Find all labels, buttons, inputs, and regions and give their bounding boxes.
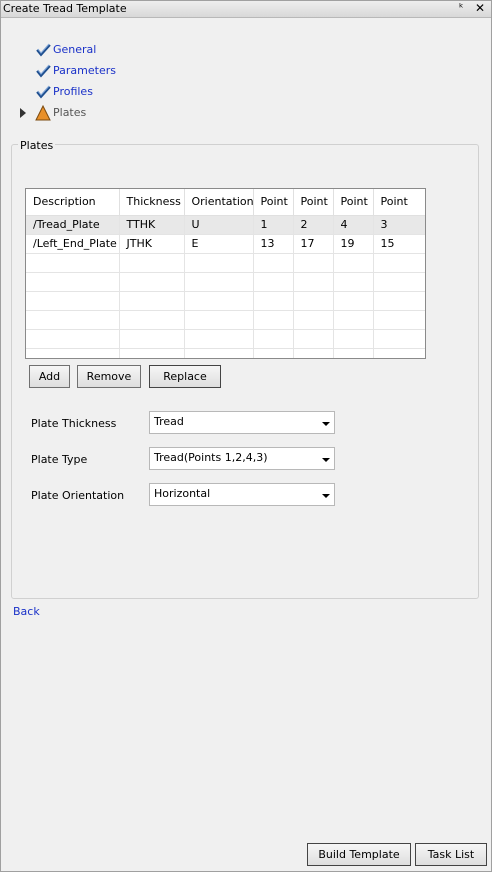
table-cell: 3: [373, 215, 425, 235]
checkmark-icon: [36, 64, 51, 78]
empty-row: [26, 272, 425, 292]
table-cell: 15: [373, 234, 425, 254]
plate-thickness-label: Plate Thickness: [31, 417, 117, 430]
column-header[interactable]: Thickness: [119, 189, 185, 216]
column-header[interactable]: Point: [253, 189, 294, 216]
table-row[interactable]: /Left_End_Plate JTHK E 13 17 19 15: [26, 234, 425, 254]
step-label[interactable]: Plates: [53, 106, 86, 119]
table-cell: 19: [333, 234, 374, 254]
empty-row: [26, 329, 425, 349]
table-cell: E: [184, 234, 254, 254]
pin-icon[interactable]: ᵏ: [459, 1, 464, 14]
select-value: Tread: [154, 415, 184, 428]
empty-row: [26, 253, 425, 273]
window-title: Create Tread Template: [3, 2, 127, 15]
table-row[interactable]: /Tread_Plate TTHK U 1 2 4 3: [26, 215, 425, 235]
table-cell: /Left_End_Plate: [26, 234, 120, 254]
plates-group-title: Plates: [18, 139, 56, 152]
empty-row: [26, 310, 425, 330]
task-list-button[interactable]: Task List: [415, 843, 487, 866]
create-tread-template-window: Create Tread Template ᵏ ✕ General Parame…: [0, 0, 492, 872]
select-value: Horizontal: [154, 487, 211, 500]
chevron-down-icon[interactable]: [322, 422, 330, 426]
back-link[interactable]: Back: [13, 605, 40, 618]
replace-button[interactable]: Replace: [149, 365, 221, 388]
table-cell: 17: [293, 234, 334, 254]
plates-table[interactable]: Description Thickness Orientation Point …: [25, 188, 426, 359]
build-template-button[interactable]: Build Template: [307, 843, 411, 866]
column-header[interactable]: Point: [293, 189, 334, 216]
table-cell: 4: [333, 215, 374, 235]
warning-icon: [35, 105, 51, 121]
close-icon[interactable]: ✕: [475, 1, 485, 15]
column-header[interactable]: Point: [373, 189, 425, 216]
plate-type-select[interactable]: Tread(Points 1,2,4,3): [149, 447, 335, 470]
add-button[interactable]: Add: [29, 365, 70, 388]
checkmark-icon: [36, 85, 51, 99]
column-header[interactable]: Point: [333, 189, 374, 216]
select-value: Tread(Points 1,2,4,3): [154, 451, 268, 464]
table-cell: 13: [253, 234, 294, 254]
table-cell: U: [184, 215, 254, 235]
column-header[interactable]: Orientation: [184, 189, 254, 216]
chevron-down-icon[interactable]: [322, 458, 330, 462]
table-cell: JTHK: [119, 234, 185, 254]
table-cell: /Tread_Plate: [26, 215, 120, 235]
current-step-arrow-icon: [20, 108, 26, 118]
plate-type-label: Plate Type: [31, 453, 88, 466]
empty-row: [26, 348, 425, 358]
plate-orientation-select[interactable]: Horizontal: [149, 483, 335, 506]
table-cell: 2: [293, 215, 334, 235]
step-label[interactable]: General: [53, 43, 96, 56]
plate-orientation-label: Plate Orientation: [31, 489, 125, 502]
plate-thickness-select[interactable]: Tread: [149, 411, 335, 434]
step-label[interactable]: Profiles: [53, 85, 93, 98]
table-cell: TTHK: [119, 215, 185, 235]
remove-button[interactable]: Remove: [77, 365, 141, 388]
table-cell: 1: [253, 215, 294, 235]
empty-row: [26, 291, 425, 311]
chevron-down-icon[interactable]: [322, 494, 330, 498]
title-bar: Create Tread Template ᵏ ✕: [1, 1, 491, 18]
column-header[interactable]: Description: [26, 189, 120, 216]
table-header-row: Description Thickness Orientation Point …: [26, 189, 425, 216]
checkmark-icon: [36, 43, 51, 57]
step-label[interactable]: Parameters: [53, 64, 116, 77]
